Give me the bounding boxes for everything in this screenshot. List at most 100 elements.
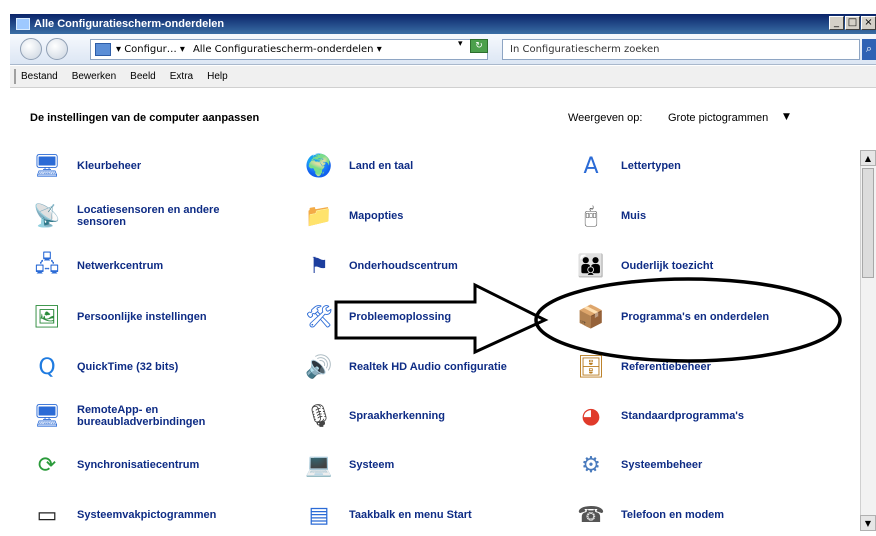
cp-item-label[interactable]: Netwerkcentrum — [77, 260, 163, 272]
address-bar[interactable]: ▾ Configur… ▾ Alle Configuratiescherm-on… — [90, 39, 488, 60]
cp-item-label[interactable]: Referentiebeheer — [621, 361, 711, 373]
cp-item[interactable]: ⟳ Synchronisatiecentrum — [30, 444, 280, 486]
search-input[interactable]: In Configuratiescherm zoeken — [502, 39, 860, 60]
cp-item[interactable]: ⚙ Systeembeheer — [574, 444, 824, 486]
window-controls: _ □ × — [829, 16, 876, 30]
forward-button[interactable] — [46, 38, 68, 60]
cp-item-label[interactable]: RemoteApp- en bureaubladverbindingen — [77, 404, 257, 428]
cp-item[interactable]: 📁 Mapopties — [302, 195, 552, 237]
credential-manager-icon: 🗄 — [577, 354, 605, 380]
cp-item-label[interactable]: Lettertypen — [621, 160, 681, 172]
cp-item-label[interactable]: QuickTime (32 bits) — [77, 361, 178, 373]
breadcrumb-configuratiescherm[interactable]: ▾ Configur… ▾ — [116, 44, 185, 55]
cp-item-label[interactable]: Systeembeheer — [621, 459, 702, 471]
cp-item[interactable]: ◕ Standaardprogramma's — [574, 395, 824, 437]
cp-item[interactable]: 🖱 Muis — [574, 195, 824, 237]
network-icon: 🖧 — [34, 252, 60, 277]
menu-bestand[interactable]: Bestand — [21, 71, 58, 82]
cp-item-label[interactable]: Kleurbeheer — [77, 160, 141, 172]
default-programs-icon: ◕ — [581, 403, 601, 429]
cp-item-label[interactable]: Probleemoplossing — [349, 311, 451, 323]
programs-icon: 📦 — [577, 304, 605, 330]
scroll-down-button[interactable]: ▼ — [860, 515, 876, 531]
cp-item-label[interactable]: Locatiesensoren en andere sensoren — [77, 204, 257, 228]
menu-extra[interactable]: Extra — [170, 71, 193, 82]
minimize-button[interactable]: _ — [829, 16, 844, 30]
cp-item-label[interactable]: Muis — [621, 210, 646, 222]
cp-item[interactable]: 📦 Programma's en onderdelen — [574, 296, 824, 338]
cp-item[interactable]: 🖼 Persoonlijke instellingen — [30, 296, 280, 338]
cp-item[interactable]: ▭ Systeemvakpictogrammen — [30, 494, 280, 536]
tray-icons-icon: ▭ — [36, 502, 58, 528]
cp-item[interactable]: ▤ Taakbalk en menu Start — [302, 494, 552, 536]
cp-item-label[interactable]: Synchronisatiecentrum — [77, 459, 199, 471]
sensor-icon: 📡 — [33, 203, 61, 229]
cp-item[interactable]: 🖥 RemoteApp- en bureaubladverbindingen — [30, 395, 280, 437]
view-dropdown-arrow-icon[interactable]: ▼ — [783, 112, 790, 122]
cp-item[interactable]: A Lettertypen — [574, 145, 824, 187]
navigation-bar: ▾ Configur… ▾ Alle Configuratiescherm-on… — [10, 34, 876, 65]
back-button[interactable] — [20, 38, 42, 60]
menu-bar: Bestand Bewerken Beeld Extra Help — [10, 66, 876, 88]
cp-item-label[interactable]: Spraakherkenning — [349, 410, 445, 422]
maximize-button[interactable]: □ — [845, 16, 860, 30]
cp-item-label[interactable]: Persoonlijke instellingen — [77, 311, 207, 323]
page-heading: De instellingen van de computer aanpasse… — [30, 112, 260, 124]
control-panel-icon — [16, 18, 30, 30]
cp-item[interactable]: 👪 Ouderlijk toezicht — [574, 245, 824, 287]
cp-item[interactable]: 🌍 Land en taal — [302, 145, 552, 187]
cp-item-label[interactable]: Mapopties — [349, 210, 403, 222]
scroll-up-button[interactable]: ▲ — [860, 150, 876, 166]
view-label: Weergeven op: — [568, 112, 643, 124]
cp-item[interactable]: 📡 Locatiesensoren en andere sensoren — [30, 195, 280, 237]
sync-center-icon: ⟳ — [37, 452, 57, 478]
cp-item-label[interactable]: Systeem — [349, 459, 394, 471]
cp-item-label[interactable]: Telefoon en modem — [621, 509, 724, 521]
cp-item-label[interactable]: Realtek HD Audio configuratie — [349, 361, 507, 373]
cp-item-label[interactable]: Land en taal — [349, 160, 413, 172]
cp-item-label[interactable]: Ouderlijk toezicht — [621, 260, 713, 272]
menu-beeld[interactable]: Beeld — [130, 71, 156, 82]
troubleshooting-icon: 🛠 — [305, 304, 333, 330]
admin-tools-icon: ⚙ — [581, 452, 601, 478]
cp-item[interactable]: 🎙 Spraakherkenning — [302, 395, 552, 437]
cp-item-label[interactable]: Taakbalk en menu Start — [349, 509, 472, 521]
flag-icon: ⚑ — [309, 253, 329, 279]
breadcrumb-alle-onderdelen[interactable]: Alle Configuratiescherm-onderdelen ▾ — [193, 44, 382, 55]
cp-item[interactable]: ⚑ Onderhoudscentrum — [302, 245, 552, 287]
refresh-icon[interactable]: ↻ — [470, 39, 488, 53]
window-title: Alle Configuratiescherm-onderdelen — [34, 18, 225, 30]
remote-desktop-icon: 🖥 — [33, 403, 61, 429]
globe-clock-icon: 🌍 — [305, 153, 333, 179]
font-folder-icon: A — [583, 153, 599, 179]
microphone-icon: 🎙 — [305, 403, 333, 429]
cp-item-label[interactable]: Programma's en onderdelen — [621, 311, 769, 323]
menu-help[interactable]: Help — [207, 71, 228, 82]
cp-item[interactable]: 🔊 Realtek HD Audio configuratie — [302, 346, 552, 388]
system-icon: 💻 — [305, 452, 333, 478]
cp-item[interactable]: 🖥 Kleurbeheer — [30, 145, 280, 187]
cp-item[interactable]: 🛠 Probleemoplossing — [302, 296, 552, 338]
cp-item-label[interactable]: Systeemvakpictogrammen — [77, 509, 216, 521]
cp-item[interactable]: 🖧 Netwerkcentrum — [30, 245, 280, 287]
quicktime-icon: Q — [38, 354, 56, 380]
cp-item[interactable]: 🗄 Referentiebeheer — [574, 346, 824, 388]
menu-bewerken[interactable]: Bewerken — [72, 71, 116, 82]
phone-modem-icon: ☎ — [577, 502, 605, 528]
view-dropdown[interactable]: Grote pictogrammen — [668, 112, 768, 124]
cp-item-label[interactable]: Standaardprogramma's — [621, 410, 744, 422]
close-button[interactable]: × — [861, 16, 876, 30]
cp-item-label[interactable]: Onderhoudscentrum — [349, 260, 458, 272]
cp-item[interactable]: 💻 Systeem — [302, 444, 552, 486]
mouse-icon: 🖱 — [584, 203, 598, 229]
address-dropdown-icon[interactable]: ▾ — [458, 39, 463, 49]
parental-control-icon: 👪 — [577, 253, 605, 279]
audio-icon: 🔊 — [305, 354, 333, 380]
control-panel-icon — [95, 43, 111, 56]
search-icon[interactable]: ⌕ — [862, 39, 876, 60]
title-bar: Alle Configuratiescherm-onderdelen _ □ × — [10, 14, 876, 34]
cp-item[interactable]: ☎ Telefoon en modem — [574, 494, 824, 536]
personalization-icon: 🖼 — [33, 304, 61, 330]
cp-item[interactable]: Q QuickTime (32 bits) — [30, 346, 280, 388]
scroll-thumb[interactable] — [862, 168, 874, 278]
